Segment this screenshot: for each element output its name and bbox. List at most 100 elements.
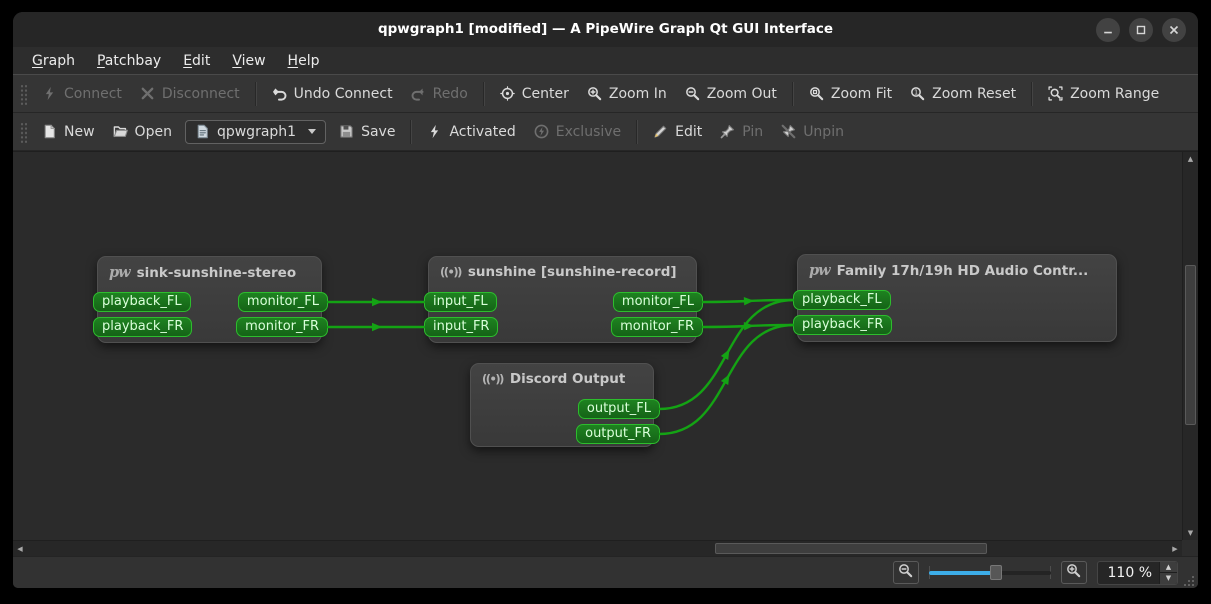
node-discord[interactable]: ((•))Discord Outputoutput_FLoutput_FR — [470, 363, 654, 447]
port-monitor_FL[interactable]: monitor_FL — [238, 292, 328, 312]
open-button[interactable]: Open — [104, 120, 181, 144]
toolbar-grip[interactable] — [19, 121, 27, 143]
minimize-button[interactable] — [1096, 18, 1120, 42]
port-playback_FR[interactable]: playback_FR — [93, 317, 192, 337]
unpin-label: Unpin — [803, 124, 844, 140]
pin-label: Pin — [742, 124, 763, 140]
node-sunshine[interactable]: ((•))sunshine [sunshine-record]input_FLi… — [428, 256, 697, 343]
node-header: ((•))sunshine [sunshine-record] — [429, 257, 696, 280]
zoom-range-icon — [1048, 86, 1063, 101]
toolbar-separator — [483, 82, 485, 106]
menu-graph[interactable]: Graph — [21, 50, 86, 72]
scroll-up-icon[interactable]: ▲ — [1183, 152, 1198, 166]
zoom-in-button[interactable]: Zoom In — [578, 82, 676, 106]
horizontal-scrollbar-thumb[interactable] — [715, 543, 987, 554]
zoom-out-button[interactable] — [893, 561, 919, 584]
exclusive-button: Exclusive — [525, 120, 630, 144]
horizontal-scrollbar[interactable]: ◀ ▶ — [13, 540, 1182, 556]
port-playback_FR[interactable]: playback_FR — [793, 315, 892, 335]
zoom-in-magnifier-icon — [1066, 563, 1081, 582]
scroll-left-icon[interactable]: ◀ — [13, 541, 27, 556]
broadcast-icon: ((•)) — [440, 264, 461, 280]
activated-button[interactable]: Activated — [418, 120, 524, 144]
titlebar[interactable]: qpwgraph1 [modified] — A PipeWire Graph … — [13, 12, 1198, 47]
vertical-scrollbar-thumb[interactable] — [1185, 265, 1196, 425]
scrollbar-corner — [1182, 540, 1198, 556]
zoom-reset-button[interactable]: 1Zoom Reset — [901, 82, 1025, 106]
zoom-in-icon — [587, 86, 602, 101]
pipewire-icon: pw — [809, 262, 830, 279]
close-button[interactable] — [1162, 18, 1186, 42]
port-playback_FL[interactable]: playback_FL — [793, 290, 891, 310]
resize-grip-icon — [1182, 574, 1195, 587]
node-header: ((•))Discord Output — [471, 364, 653, 387]
center-button[interactable]: Center — [491, 82, 578, 106]
redo-label: Redo — [433, 86, 468, 102]
undo-connect-label: Undo Connect — [294, 86, 393, 102]
center-icon — [500, 86, 515, 101]
app-window: qpwgraph1 [modified] — A PipeWire Graph … — [13, 12, 1198, 588]
zoom-slider-handle[interactable] — [990, 565, 1002, 580]
undo-connect-button[interactable]: Undo Connect — [263, 82, 402, 106]
vertical-scrollbar[interactable]: ▲ ▼ — [1182, 152, 1198, 540]
node-header: pwFamily 17h/19h HD Audio Contr... — [798, 255, 1116, 279]
statusbar: 110 % ▲ ▼ — [13, 556, 1198, 588]
connections-layer — [13, 152, 1182, 540]
node-family[interactable]: pwFamily 17h/19h HD Audio Contr...playba… — [797, 254, 1117, 342]
chevron-down-icon — [308, 129, 316, 134]
activated-label: Activated — [449, 124, 515, 140]
maximize-button[interactable] — [1129, 18, 1153, 42]
zoom-out-icon — [685, 86, 700, 101]
zoom-slider[interactable] — [929, 562, 1051, 584]
unpin-button: Unpin — [772, 120, 853, 144]
zoom-in-label: Zoom In — [609, 86, 667, 102]
new-label: New — [64, 124, 95, 140]
screen: qpwgraph1 [modified] — A PipeWire Graph … — [0, 0, 1211, 604]
current-patchbay-dropdown[interactable]: qpwgraph1 — [185, 120, 326, 144]
zoom-range-button[interactable]: Zoom Range — [1039, 82, 1168, 106]
undo-icon — [272, 86, 287, 101]
pipewire-icon: pw — [109, 264, 130, 281]
zoom-spinbox[interactable]: 110 % ▲ ▼ — [1097, 561, 1178, 585]
exclusive-label: Exclusive — [556, 124, 621, 140]
port-input_FL[interactable]: input_FL — [424, 292, 497, 312]
save-button[interactable]: Save — [330, 120, 404, 144]
new-button[interactable]: New — [33, 120, 104, 144]
port-monitor_FR[interactable]: monitor_FR — [236, 317, 328, 337]
connect-label: Connect — [64, 86, 122, 102]
spin-up-button[interactable]: ▲ — [1160, 562, 1177, 573]
port-output_FL[interactable]: output_FL — [578, 399, 660, 419]
graph-canvas[interactable]: pwsink-sunshine-stereoplayback_FLplaybac… — [13, 152, 1182, 540]
toolbar-grip[interactable] — [19, 83, 27, 105]
zoom-in-button[interactable] — [1061, 561, 1087, 584]
resize-grip[interactable] — [1182, 572, 1195, 585]
zoom-out-button[interactable]: Zoom Out — [676, 82, 786, 106]
zoom-reset-icon: 1 — [910, 86, 925, 101]
zoom-range-label: Zoom Range — [1070, 86, 1159, 102]
port-playback_FL[interactable]: playback_FL — [93, 292, 191, 312]
port-monitor_FL[interactable]: monitor_FL — [613, 292, 703, 312]
toolbar-separator — [1031, 82, 1033, 106]
port-monitor_FR[interactable]: monitor_FR — [611, 317, 703, 337]
zoom-out-magnifier-icon — [898, 563, 913, 582]
disconnect-button: Disconnect — [131, 82, 249, 106]
menu-view[interactable]: View — [221, 50, 276, 72]
open-folder-icon — [113, 124, 128, 139]
zoom-fit-button[interactable]: Zoom Fit — [800, 82, 901, 106]
spin-down-button[interactable]: ▼ — [1160, 573, 1177, 584]
node-sink[interactable]: pwsink-sunshine-stereoplayback_FLplaybac… — [97, 256, 322, 343]
menu-help[interactable]: Help — [277, 50, 331, 72]
center-label: Center — [522, 86, 569, 102]
port-output_FR[interactable]: output_FR — [576, 424, 660, 444]
port-input_FR[interactable]: input_FR — [424, 317, 498, 337]
bolt-icon — [42, 86, 57, 101]
scroll-down-icon[interactable]: ▼ — [1183, 526, 1198, 540]
minimize-icon — [1103, 25, 1113, 35]
menubar: GraphPatchbayEditViewHelp — [13, 47, 1198, 75]
zoom-slider-fill — [929, 571, 996, 575]
menu-patchbay[interactable]: Patchbay — [86, 50, 172, 72]
edit-button[interactable]: Edit — [644, 120, 711, 144]
scroll-right-icon[interactable]: ▶ — [1168, 541, 1182, 556]
menu-edit[interactable]: Edit — [172, 50, 221, 72]
connect-button: Connect — [33, 82, 131, 106]
